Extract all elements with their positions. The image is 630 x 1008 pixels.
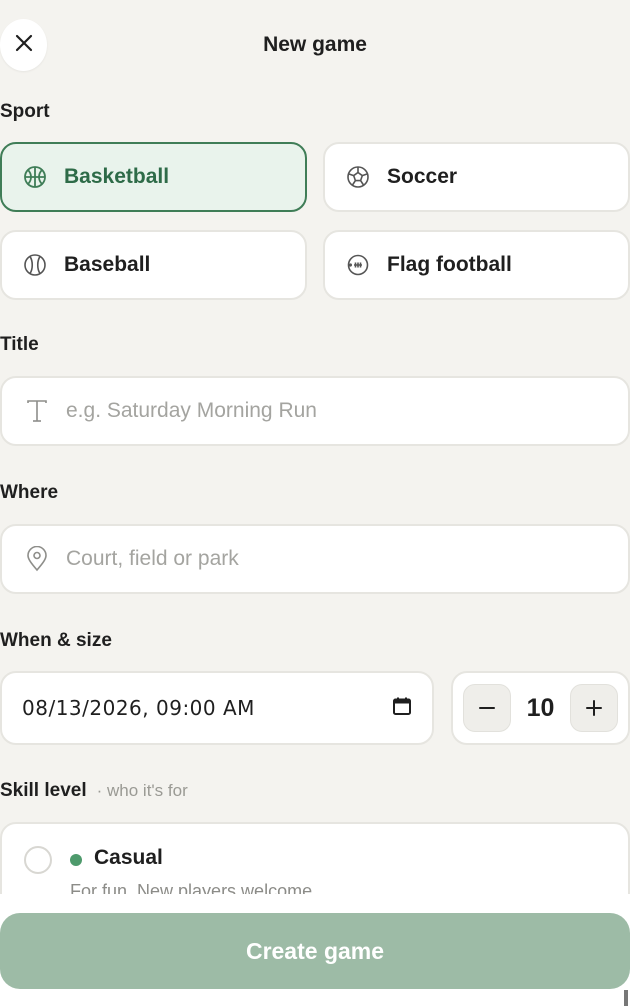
when-size-label: When & size — [0, 630, 112, 651]
player-count-value: 10 — [526, 693, 555, 722]
scrollbar[interactable] — [624, 990, 628, 1006]
location-pin-icon — [24, 546, 50, 572]
skill-level-label: Skill level · who it's for — [0, 780, 188, 802]
sport-option-soccer[interactable]: Soccer — [323, 142, 630, 212]
increment-button[interactable] — [570, 684, 618, 732]
sport-option-baseball[interactable]: Baseball — [0, 230, 307, 300]
title-label: Title — [0, 334, 39, 355]
text-icon — [24, 398, 50, 424]
datetime-input[interactable]: 08/13/2026, 09:00 AM — [0, 671, 434, 745]
sport-label: Sport — [0, 101, 50, 122]
create-game-label: Create game — [245, 937, 385, 964]
sport-option-label: Flag football — [387, 253, 512, 276]
create-game-button[interactable]: Create game — [0, 913, 630, 989]
radio-button[interactable] — [24, 846, 52, 874]
baseball-icon — [22, 252, 48, 278]
sport-option-label: Basketball — [64, 165, 170, 188]
decrement-button[interactable] — [463, 684, 511, 732]
where-label: Where — [0, 482, 59, 503]
datetime-value: 08/13/2026, 09:00 AM — [22, 696, 255, 720]
football-icon — [345, 252, 371, 278]
skill-option-name: Casual — [94, 846, 163, 869]
sport-option-basketball[interactable]: Basketball — [0, 142, 307, 212]
page-title: New game — [263, 33, 367, 56]
casual-indicator-dot — [70, 854, 82, 866]
skill-level-sublabel: · who it's for — [96, 781, 188, 800]
skill-level-title: Skill level — [0, 780, 87, 801]
calendar-icon[interactable] — [392, 696, 412, 721]
sport-option-flag-football[interactable]: Flag football — [323, 230, 630, 300]
sport-option-label: Baseball — [64, 253, 151, 276]
sport-option-label: Soccer — [387, 165, 458, 188]
basketball-icon — [22, 164, 48, 190]
soccer-ball-icon — [345, 164, 371, 190]
player-count-stepper: 10 — [451, 671, 630, 745]
title-placeholder: e.g. Saturday Morning Run — [66, 399, 317, 422]
where-input[interactable]: Court, field or park — [0, 524, 630, 594]
where-placeholder: Court, field or park — [66, 547, 239, 570]
title-input[interactable]: e.g. Saturday Morning Run — [0, 376, 630, 446]
